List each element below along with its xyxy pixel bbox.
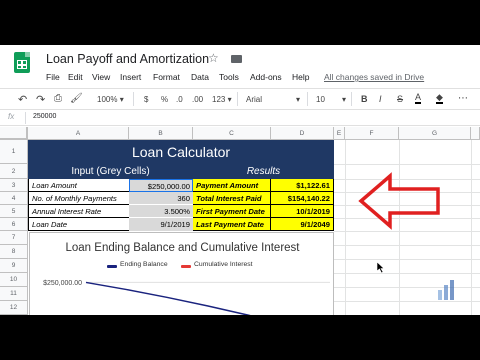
chart-title: Loan Ending Balance and Cumulative Inter… [65, 242, 300, 254]
input-header[interactable]: Input (Grey Cells) [28, 164, 193, 179]
decrease-decimals-button[interactable]: .0 [176, 95, 183, 104]
row-header[interactable]: 1 [0, 140, 28, 164]
row-header[interactable]: 3 [0, 179, 28, 192]
menu-format[interactable]: Format [153, 72, 180, 82]
input-label[interactable]: Annual Interest Rate [28, 205, 129, 218]
increase-decimals-button[interactable]: .00 [192, 95, 203, 104]
save-status-link[interactable]: All changes saved in Drive [324, 72, 424, 82]
row-header[interactable]: 11 [0, 287, 28, 301]
column-header-a[interactable]: A [28, 127, 129, 140]
bold-button[interactable]: B [361, 94, 368, 104]
input-value[interactable]: 360 [129, 192, 193, 205]
more-icon[interactable]: ⋯ [458, 93, 468, 104]
result-value[interactable]: 10/1/2019 [271, 205, 334, 218]
column-header-h[interactable] [471, 127, 480, 140]
document-title[interactable]: Loan Payoff and Amortization [46, 52, 209, 66]
formula-input[interactable]: 250000 [33, 113, 56, 120]
menu-file[interactable]: File [46, 72, 60, 82]
row-header[interactable]: 5 [0, 205, 28, 218]
font-size-select[interactable]: 10 ▾ [316, 95, 346, 104]
print-icon[interactable]: ⎙ [54, 93, 62, 104]
input-label[interactable]: Loan Amount [28, 179, 129, 192]
input-label[interactable]: Loan Date [28, 218, 129, 231]
column-header-c[interactable]: C [193, 127, 271, 140]
menu-data[interactable]: Data [191, 72, 209, 82]
input-label[interactable]: No. of Monthly Payments [28, 192, 129, 205]
column-header-f[interactable]: F [345, 127, 399, 140]
menu-addons[interactable]: Add-ons [250, 72, 282, 82]
input-value-loan-amount[interactable]: $250,000.00 [129, 179, 193, 192]
zoom-value: 100% [97, 95, 118, 104]
row-header[interactable]: 4 [0, 192, 28, 205]
strikethrough-button[interactable]: S [397, 94, 403, 104]
fill-color-icon[interactable]: ◆ [436, 93, 443, 104]
undo-icon[interactable]: ↶ [18, 93, 27, 106]
row-header[interactable]: 9 [0, 259, 28, 273]
results-header[interactable]: Results [193, 164, 334, 179]
channel-watermark-logo [438, 280, 454, 300]
y-tick-label: $250,000.00 [43, 280, 82, 287]
result-value[interactable]: $154,140.22 [271, 192, 334, 205]
row-header[interactable]: 10 [0, 273, 28, 287]
row-header[interactable]: 12 [0, 301, 28, 315]
column-header-g[interactable]: G [399, 127, 471, 140]
text-color-button[interactable]: A [415, 93, 422, 104]
result-label[interactable]: First Payment Date [193, 205, 271, 218]
result-label[interactable]: Total Interest Paid [193, 192, 271, 205]
menu-tools[interactable]: Tools [219, 72, 239, 82]
row-header[interactable]: 2 [0, 164, 28, 179]
menu-insert[interactable]: Insert [120, 72, 141, 82]
currency-format-button[interactable]: $ [144, 95, 148, 104]
row-header[interactable]: 6 [0, 218, 28, 231]
result-label[interactable]: Last Payment Date [193, 218, 271, 231]
select-all-corner[interactable] [0, 127, 28, 140]
series-line-ending-balance [85, 281, 251, 315]
paint-format-icon[interactable]: 🖌 [70, 93, 83, 104]
zoom-select[interactable]: 100% ▾ [97, 95, 124, 104]
column-header-e[interactable]: E [334, 127, 345, 140]
column-header-d[interactable]: D [271, 127, 334, 140]
legend-swatch-ending-balance [107, 265, 117, 268]
legend-label-cumulative-interest: Cumulative Interest [194, 261, 253, 268]
font-select[interactable]: Arial ▾ [246, 95, 306, 104]
column-header-b[interactable]: B [129, 127, 193, 140]
input-value[interactable]: 3.500% [129, 205, 193, 218]
menu-view[interactable]: View [92, 72, 110, 82]
result-value[interactable]: $1,122.61 [271, 179, 334, 192]
legend-swatch-cumulative-interest [181, 265, 191, 268]
number-format-select[interactable]: 123 ▾ [212, 95, 232, 104]
chart-legend: Ending Balance Cumulative Interest [30, 261, 333, 271]
menu-edit[interactable]: Edit [68, 72, 83, 82]
input-value[interactable]: 9/1/2019 [129, 218, 193, 231]
fx-icon: fx [8, 112, 15, 121]
row-header[interactable]: 7 [0, 231, 28, 245]
loan-calculator-title[interactable]: Loan Calculator [28, 140, 334, 164]
formula-bar[interactable] [0, 111, 480, 126]
redo-icon[interactable]: ↷ [36, 93, 45, 106]
result-label[interactable]: Payment Amount [193, 179, 271, 192]
menu-help[interactable]: Help [292, 72, 309, 82]
chart-plot-area: $250,000.00$200,000.00 [43, 280, 330, 315]
mouse-cursor-icon [377, 262, 385, 273]
row-header[interactable]: 8 [0, 245, 28, 259]
font-value: Arial [246, 95, 263, 104]
chart-container[interactable]: Loan Ending Balance and Cumulative Inter… [29, 232, 334, 315]
folder-icon[interactable] [231, 55, 242, 63]
percent-format-button[interactable]: % [161, 95, 168, 104]
result-value[interactable]: 9/1/2049 [271, 218, 334, 231]
font-size-value: 10 [316, 95, 325, 104]
italic-button[interactable]: I [379, 94, 382, 104]
number-format-value: 123 [212, 95, 226, 104]
red-arrow-annotation [358, 172, 440, 230]
legend-label-ending-balance: Ending Balance [120, 261, 168, 268]
star-icon[interactable]: ☆ [208, 51, 219, 65]
sheets-logo[interactable] [14, 52, 30, 73]
